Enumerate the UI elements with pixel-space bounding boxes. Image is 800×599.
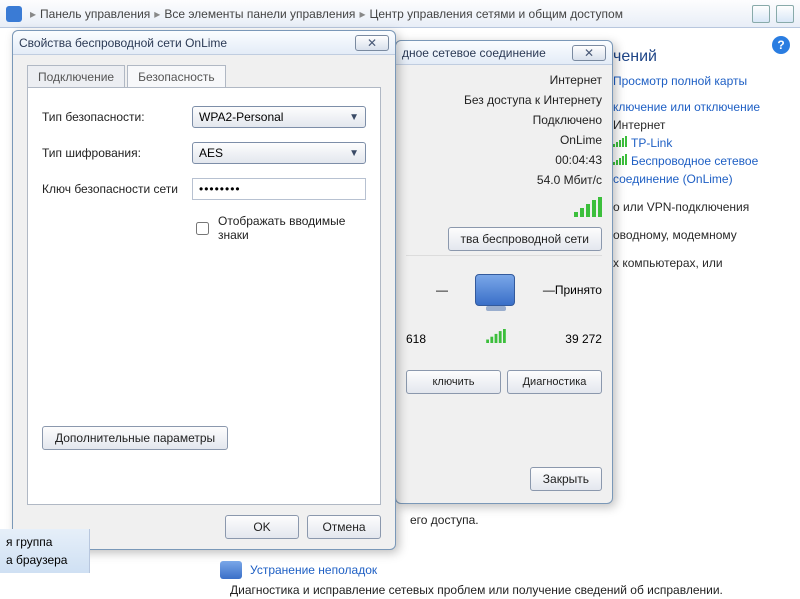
close-icon[interactable]: ✕ bbox=[355, 35, 389, 51]
tplink-link[interactable]: TP-Link bbox=[631, 136, 672, 150]
chevron-right-icon: ▸ bbox=[154, 7, 160, 21]
diagnose-button[interactable]: Диагностика bbox=[507, 370, 602, 394]
kv-duration: 00:04:43 bbox=[406, 153, 602, 167]
chevron-right-icon: ▸ bbox=[359, 7, 365, 21]
full-map-link[interactable]: Просмотр полной карты bbox=[613, 74, 800, 88]
close-button[interactable]: Закрыть bbox=[530, 467, 602, 491]
tab-connection[interactable]: Подключение bbox=[27, 65, 125, 88]
arrow-left-icon: — bbox=[543, 283, 555, 297]
received-label: Принято bbox=[555, 283, 602, 297]
network-center-panel: чений Просмотр полной карты ключение или… bbox=[613, 36, 800, 282]
wlan-properties-button[interactable]: тва беспроводной сети bbox=[448, 227, 602, 251]
kv-internet: Интернет bbox=[406, 73, 602, 87]
control-panel-icon bbox=[6, 6, 22, 22]
refresh-button[interactable] bbox=[752, 5, 770, 23]
signal-bars-icon bbox=[486, 329, 506, 343]
chevron-down-icon: ▼ bbox=[349, 112, 359, 123]
kv-noaccess: Без доступа к Интернету bbox=[406, 93, 602, 107]
wlan-status-dialog: дное сетевое соединение ✕ Интернет Без д… bbox=[395, 40, 613, 504]
internet-label: Интернет bbox=[613, 116, 800, 134]
troubleshoot-link[interactable]: Устранение неполадок bbox=[250, 563, 377, 577]
crumb-3[interactable]: Центр управления сетями и общим доступом bbox=[369, 7, 623, 21]
diag-text: Диагностика и исправление сетевых пробле… bbox=[230, 583, 790, 597]
security-type-label: Тип безопасности: bbox=[42, 110, 192, 124]
troubleshoot-icon bbox=[220, 561, 242, 579]
wlan-link[interactable]: Беспроводное сетевое соединение (OnLime) bbox=[613, 154, 758, 186]
wlan-properties-dialog: Свойства беспроводной сети OnLime ✕ Подк… bbox=[12, 30, 396, 550]
search-button[interactable] bbox=[776, 5, 794, 23]
bottom-panel: его доступа. Устранение неполадок Диагно… bbox=[0, 507, 800, 599]
signal-bars-icon bbox=[406, 197, 602, 217]
crumb-1[interactable]: Панель управления bbox=[40, 7, 150, 21]
computers-text: х компьютерах, или bbox=[613, 254, 800, 272]
breadcrumb: ▸ Панель управления ▸ Все элементы панел… bbox=[0, 0, 800, 28]
arrow-right-icon: — bbox=[436, 283, 448, 297]
signal-icon bbox=[613, 135, 627, 147]
security-type-combo[interactable]: WPA2-Personal ▼ bbox=[192, 106, 366, 128]
props-title: Свойства беспроводной сети OnLime bbox=[19, 36, 355, 50]
modem-text: оводному, модемному bbox=[613, 226, 800, 244]
show-characters-checkbox[interactable] bbox=[196, 222, 209, 235]
chevron-right-icon: ▸ bbox=[30, 7, 36, 21]
security-key-input[interactable]: •••••••• bbox=[192, 178, 366, 200]
status-title: дное сетевое соединение bbox=[402, 46, 572, 60]
security-type-value: WPA2-Personal bbox=[199, 110, 283, 124]
connect-disconnect-link[interactable]: ключение или отключение bbox=[613, 98, 800, 116]
encryption-value: AES bbox=[199, 146, 223, 160]
encryption-label: Тип шифрования: bbox=[42, 146, 192, 160]
close-icon[interactable]: ✕ bbox=[572, 45, 606, 61]
advanced-settings-button[interactable]: Дополнительные параметры bbox=[42, 426, 228, 450]
kv-connected: Подключено bbox=[406, 113, 602, 127]
encryption-combo[interactable]: AES ▼ bbox=[192, 142, 366, 164]
key-label: Ключ безопасности сети bbox=[42, 182, 192, 196]
access-text: его доступа. bbox=[410, 513, 790, 527]
show-characters-label: Отображать вводимые знаки bbox=[218, 214, 366, 242]
chevron-down-icon: ▼ bbox=[349, 148, 359, 159]
signal-icon bbox=[613, 153, 627, 165]
kv-ssid: OnLime bbox=[406, 133, 602, 147]
vpn-text: о или VPN-подключения bbox=[613, 198, 800, 216]
kv-speed: 54.0 Мбит/с bbox=[406, 173, 602, 187]
computer-icon bbox=[475, 274, 515, 306]
tab-security[interactable]: Безопасность bbox=[127, 65, 226, 88]
panel-heading: чений bbox=[613, 48, 800, 66]
recv-bytes: 39 272 bbox=[565, 332, 602, 346]
crumb-2[interactable]: Все элементы панели управления bbox=[164, 7, 355, 21]
disconnect-button[interactable]: ключить bbox=[406, 370, 501, 394]
sent-bytes: 618 bbox=[406, 332, 426, 346]
